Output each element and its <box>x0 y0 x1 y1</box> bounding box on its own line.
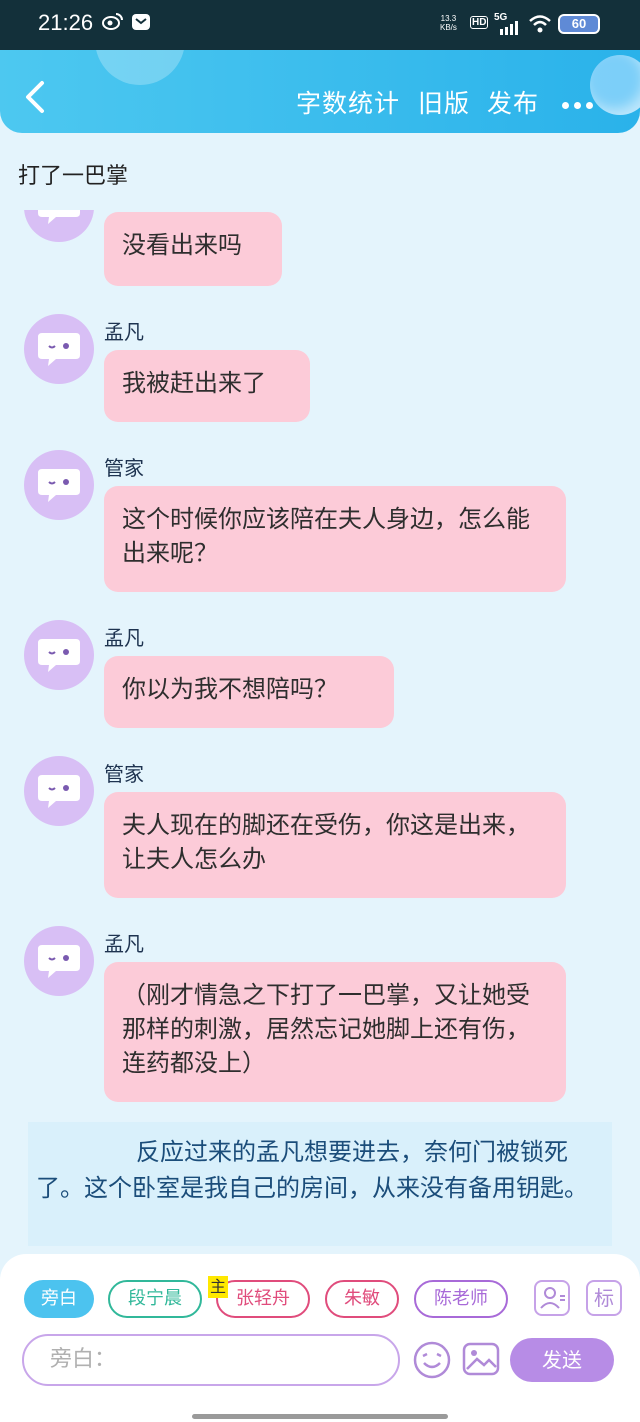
character-chip[interactable]: 陈老师 <box>414 1280 508 1318</box>
image-icon <box>462 1342 500 1376</box>
avatar[interactable] <box>24 210 94 242</box>
message-bubble[interactable]: 你以为我不想陪吗？ <box>104 656 394 728</box>
message-notification-icon <box>132 14 150 30</box>
avatar[interactable] <box>24 756 94 826</box>
message-bubble[interactable]: 没看出来吗 <box>104 212 282 286</box>
word-count-button[interactable]: 字数统计 <box>296 84 400 120</box>
back-button[interactable] <box>20 80 52 114</box>
main-character-badge: 主 <box>208 1276 229 1298</box>
chat-list[interactable]: 没看出来吗 孟凡 我被赶出来了 管家 这个时候你应该陪在夫人身边，怎么能出来呢？… <box>0 210 640 1250</box>
character-chip[interactable]: 段宁晨 <box>108 1280 202 1318</box>
top-app-bar: 字数统计 旧版 发布 <box>0 50 640 133</box>
mark-button[interactable]: 标 <box>586 1280 622 1316</box>
more-options-button[interactable] <box>562 94 598 113</box>
composer-panel: 旁白 段宁晨 张轻舟 主 朱敏 陈老师 标 旁白： 发送 <box>0 1254 640 1422</box>
home-indicator[interactable] <box>192 1414 448 1419</box>
speaker-name: 管家 <box>104 456 144 480</box>
speaker-name: 孟凡 <box>104 932 144 956</box>
battery-level: 60 <box>560 16 598 32</box>
speaker-name: 管家 <box>104 762 144 786</box>
send-button[interactable]: 发送 <box>510 1338 614 1382</box>
message-bubble[interactable]: 夫人现在的脚还在受伤，你这是出来，让夫人怎么办 <box>104 792 566 898</box>
emoji-button[interactable] <box>412 1340 452 1384</box>
message-bubble[interactable]: 这个时候你应该陪在夫人身边，怎么能出来呢？ <box>104 486 566 592</box>
speaker-name: 孟凡 <box>104 320 144 344</box>
emoji-icon <box>413 1341 451 1379</box>
status-time: 21:26 <box>38 10 94 35</box>
avatar[interactable] <box>24 314 94 384</box>
network-speed: 13.3 KB/s <box>440 14 457 32</box>
status-bar: 21:26 13.3 KB/s HD 5G 60 <box>0 0 640 50</box>
decorative-bubble <box>95 50 185 85</box>
wifi-icon <box>528 14 552 38</box>
character-manage-button[interactable] <box>534 1280 570 1316</box>
narration-role-chip[interactable]: 旁白 <box>24 1280 94 1318</box>
narration-text: 反应过来的孟凡想要进去，奈何门被锁死了。这个卧室是我自己的房间，从来没有备用钥匙… <box>36 1138 588 1202</box>
more-dots-icon <box>562 102 569 109</box>
hd-icon: HD <box>470 16 489 29</box>
image-button[interactable] <box>462 1340 500 1382</box>
character-chip[interactable]: 朱敏 <box>325 1280 399 1318</box>
chapter-title[interactable]: 打了一巴掌 <box>18 158 128 190</box>
old-version-button[interactable]: 旧版 <box>418 84 470 120</box>
message-input[interactable]: 旁白： <box>22 1334 400 1386</box>
speaker-name: 孟凡 <box>104 626 144 650</box>
signal-icon <box>500 20 522 39</box>
message-bubble[interactable]: 我被赶出来了 <box>104 350 310 422</box>
battery-icon: 60 <box>558 14 600 34</box>
message-bubble[interactable]: （刚才情急之下打了一巴掌，又让她受那样的刺激，居然忘记她脚上还有伤，连药都没上） <box>104 962 566 1102</box>
chevron-left-icon <box>26 81 44 113</box>
person-icon <box>540 1287 565 1309</box>
avatar[interactable] <box>24 926 94 996</box>
publish-button[interactable]: 发布 <box>487 84 539 120</box>
character-chip[interactable]: 张轻舟 <box>216 1280 310 1318</box>
avatar[interactable] <box>24 450 94 520</box>
weibo-icon <box>102 12 124 35</box>
narration-block[interactable]: 反应过来的孟凡想要进去，奈何门被锁死了。这个卧室是我自己的房间，从来没有备用钥匙… <box>28 1122 612 1246</box>
avatar[interactable] <box>24 620 94 690</box>
